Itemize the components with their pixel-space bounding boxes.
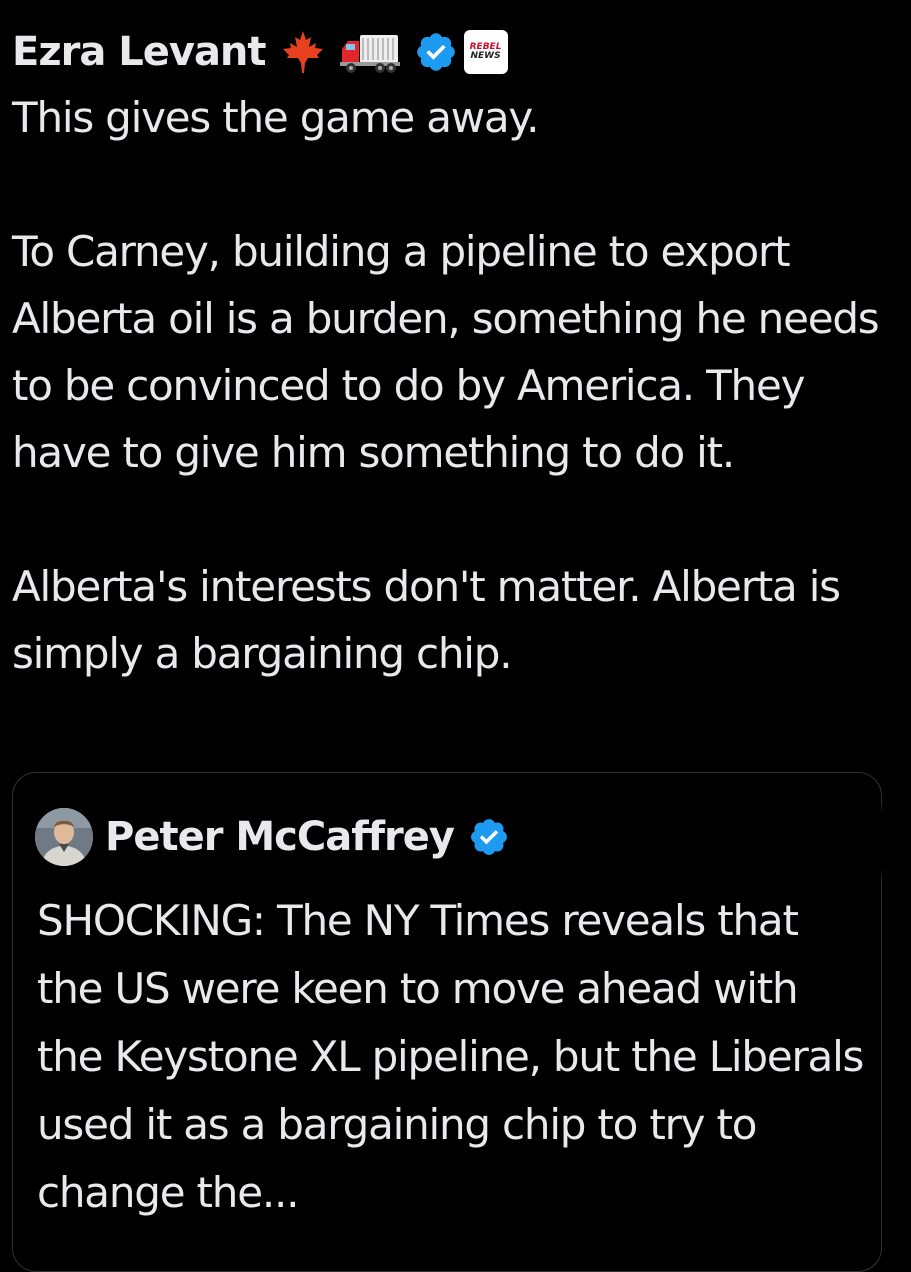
quoted-tweet-card[interactable]: Peter McCaffrey SHOCKING: The NY Times r… (12, 772, 898, 1272)
verified-badge-icon[interactable] (414, 30, 458, 74)
verified-badge-icon[interactable] (468, 816, 510, 858)
tweet-author-row: Ezra Levant REBEL NEWS (12, 22, 508, 82)
author-name[interactable]: Ezra Levant (12, 29, 267, 75)
truck-icon (339, 29, 400, 75)
avatar[interactable] (35, 808, 93, 866)
affiliate-badge-text: NEWS (470, 51, 501, 61)
quoted-author-name[interactable]: Peter McCaffrey (105, 814, 455, 860)
tweet-text: This gives the game away. To Carney, bui… (12, 93, 880, 678)
maple-leaf-icon (280, 29, 326, 75)
quoted-tweet-text: SHOCKING: The NY Times reveals that the … (37, 896, 864, 1217)
redacted-quoted-handle (558, 811, 898, 871)
quoted-tweet-author-row: Peter McCaffrey (35, 807, 510, 867)
rebel-news-affiliate-icon[interactable]: REBEL NEWS (463, 30, 508, 74)
